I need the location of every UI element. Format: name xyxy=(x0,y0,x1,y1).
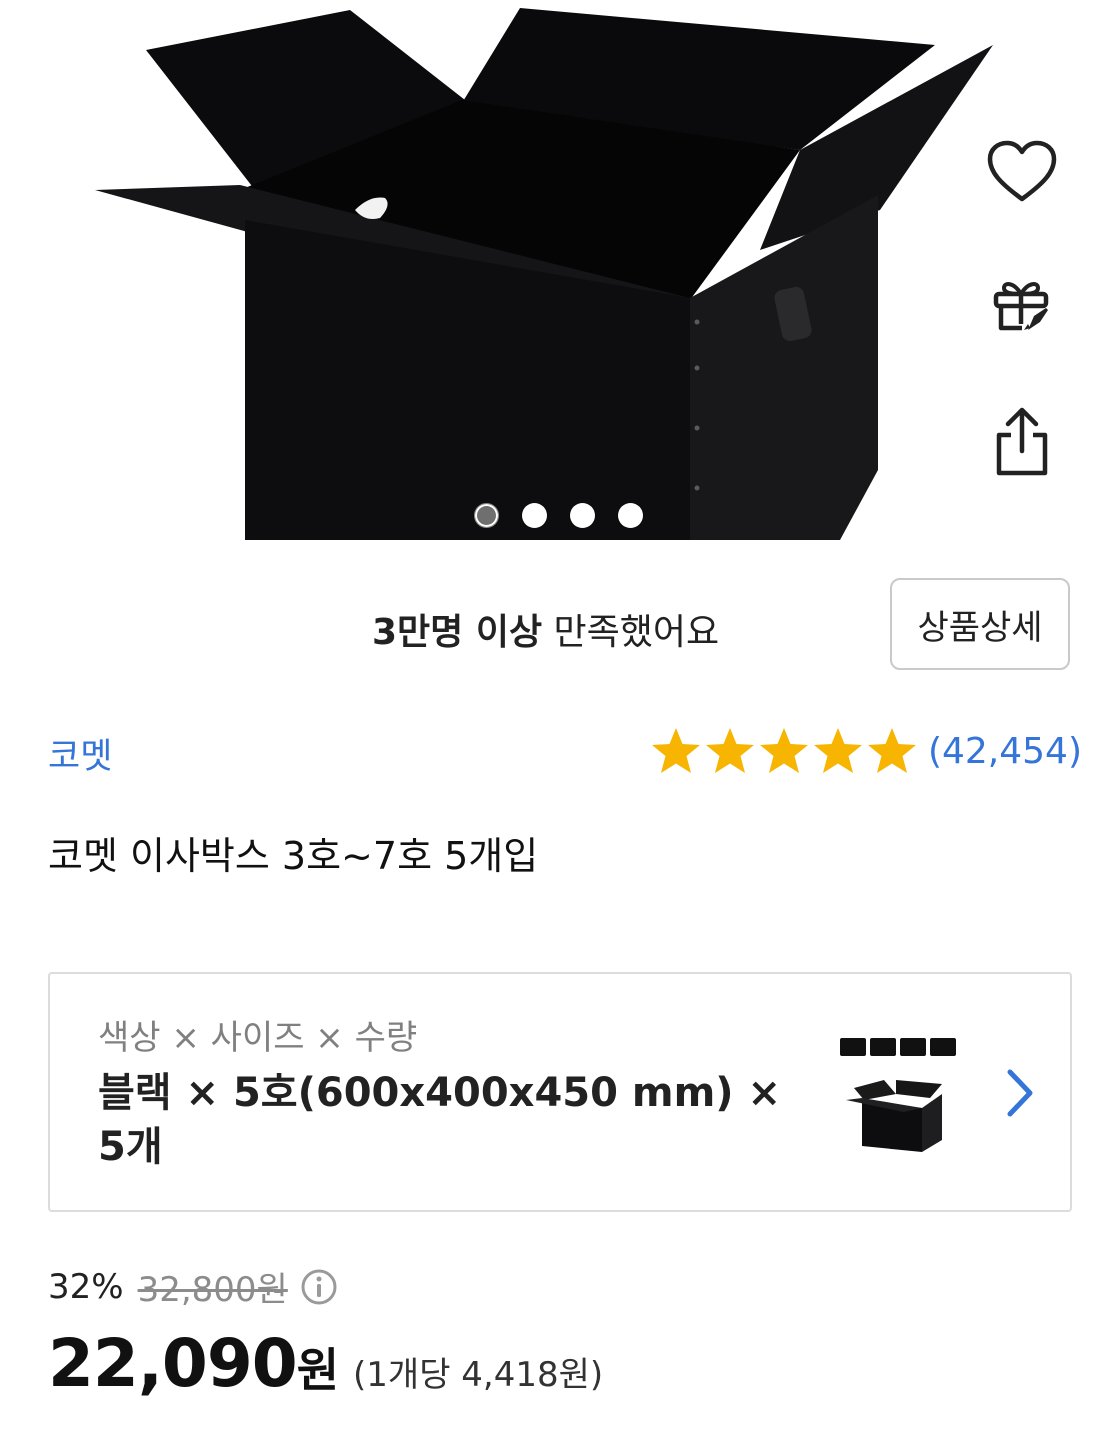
gallery-dot[interactable] xyxy=(618,503,643,528)
star-icon xyxy=(867,728,916,773)
price-block: 32% 32,800원 22,090 원 (1개당 4,418원) xyxy=(48,1262,1072,1403)
option-thumbnail xyxy=(840,1038,956,1152)
satisfaction-count: 3만명 이상 xyxy=(372,612,543,653)
gallery-dot[interactable] xyxy=(570,503,595,528)
gallery-dot[interactable] xyxy=(474,503,499,528)
final-price-line: 22,090 원 (1개당 4,418원) xyxy=(48,1325,1072,1402)
product-title: 코멧 이사박스 3호~7호 5개입 xyxy=(48,834,539,878)
option-selector[interactable]: 색상 × 사이즈 × 수량 블랙 × 5호(600x400x450 mm) × … xyxy=(48,972,1072,1212)
brand-rating-row: 코멧 (42,454) xyxy=(0,726,1120,778)
product-image xyxy=(95,8,993,540)
gallery-pagination xyxy=(474,503,643,528)
star-rating xyxy=(650,726,918,776)
product-image-gallery[interactable] xyxy=(0,0,1120,545)
review-count: (42,454) xyxy=(927,730,1082,772)
product-detail-button[interactable]: 상품상세 xyxy=(890,578,1070,670)
brand-link[interactable]: 코멧 xyxy=(48,728,112,779)
wishlist-button[interactable] xyxy=(980,130,1064,214)
star-icon xyxy=(759,728,808,773)
final-price: 22,090 xyxy=(48,1325,298,1402)
chevron-right-icon xyxy=(1007,1069,1033,1117)
star-icon xyxy=(705,728,754,773)
discount-line: 32% 32,800원 xyxy=(48,1262,1072,1311)
star-icon xyxy=(813,728,862,773)
option-label: 색상 × 사이즈 × 수량 xyxy=(98,1018,418,1058)
satisfaction-label: 만족했어요 xyxy=(542,612,720,653)
final-price-unit: 원 xyxy=(296,1343,340,1397)
star-icon xyxy=(651,728,700,773)
satisfaction-row: 3만명 이상 만족했어요 상품상세 xyxy=(0,578,1120,674)
original-price: 32,800원 xyxy=(137,1270,288,1310)
option-value: 블랙 × 5호(600x400x450 mm) × 5개 xyxy=(98,1070,781,1170)
rating-summary[interactable]: (42,454) xyxy=(650,726,1082,776)
heart-outline-icon xyxy=(987,140,1057,202)
discount-rate: 32% xyxy=(48,1266,124,1307)
unit-price: (1개당 4,418원) xyxy=(353,1355,604,1395)
gallery-dot[interactable] xyxy=(522,503,547,528)
gift-rocket-icon xyxy=(993,282,1049,331)
info-icon[interactable] xyxy=(300,1268,338,1306)
satisfaction-text: 3만명 이상 만족했어요 xyxy=(372,603,719,655)
gift-button[interactable] xyxy=(980,262,1064,346)
share-icon xyxy=(996,407,1048,476)
share-button[interactable] xyxy=(980,400,1064,484)
